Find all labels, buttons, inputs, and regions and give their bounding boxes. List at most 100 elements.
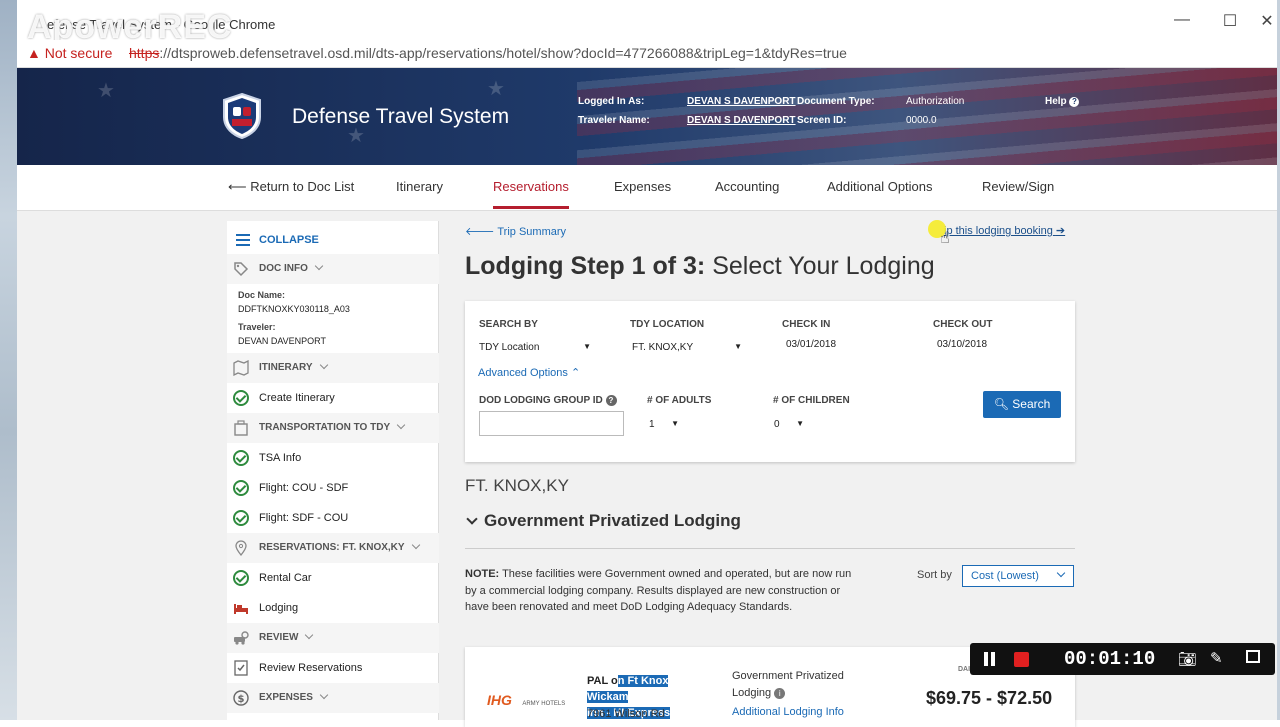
traveler-label: Traveler:: [238, 322, 276, 332]
lodging-type-line1: Government Privatized: [732, 670, 844, 682]
dts-banner: ★ ★ ★ Defense Travel System Logged In As…: [17, 68, 1277, 165]
skip-lodging-booking-link[interactable]: ip this lodging booking ➔: [944, 224, 1065, 237]
advanced-options-label: Advanced Options: [478, 367, 568, 379]
tab-expenses[interactable]: Expenses: [614, 179, 671, 194]
tab-accounting[interactable]: Accounting: [715, 179, 779, 194]
collapse-button[interactable]: COLLAPSE: [227, 224, 439, 254]
section-divider: [465, 548, 1075, 549]
caret-down-icon: ▼: [734, 342, 742, 351]
url-rest: ://dtsproweb.defensetravel.osd.mil/dts-a…: [159, 45, 847, 61]
pause-icon[interactable]: [984, 652, 988, 666]
pen-icon[interactable]: ✎: [1210, 649, 1223, 667]
stop-record-icon[interactable]: [1014, 652, 1029, 667]
sidebar-section-itinerary[interactable]: ITINERARY: [227, 353, 439, 383]
adults-select[interactable]: 1 ▼: [649, 414, 679, 436]
tab-additional-options[interactable]: Additional Options: [827, 179, 933, 194]
url-text[interactable]: https://dtsproweb.defensetravel.osd.mil/…: [129, 45, 847, 61]
review-reservations-label: Review Reservations: [259, 662, 363, 674]
checklist-icon: [233, 660, 249, 676]
check-circle-icon: [233, 510, 249, 526]
doc-name-label: Doc Name:: [238, 290, 286, 300]
lodging-type-line2: Lodging i: [732, 687, 786, 699]
review-label: REVIEW: [259, 630, 314, 643]
chevron-down-icon: [411, 540, 420, 550]
chevron-down-icon: [314, 261, 324, 271]
tdy-location-value: FT. KNOX,KY: [632, 342, 694, 353]
brand-sub-text: ARMY HOTELS: [522, 701, 566, 707]
additional-lodging-info-link[interactable]: Additional Lodging Info: [732, 706, 844, 718]
minimize-button[interactable]: —: [1162, 11, 1202, 29]
lodging-type-text: Lodging: [732, 687, 772, 699]
chevron-down-icon: [466, 513, 478, 525]
lodging-name-part: PAL o: [587, 675, 618, 687]
sidebar-item-flight-sdf-cou[interactable]: Flight: SDF - COU: [227, 503, 439, 533]
help-label: Help: [1045, 96, 1067, 107]
question-circle-icon[interactable]: ?: [605, 395, 617, 406]
lodging-group-id-input[interactable]: [479, 411, 624, 436]
search-by-select[interactable]: TDY Location ▼: [479, 337, 591, 359]
return-label: Return to Doc List: [250, 179, 355, 194]
tab-review-sign[interactable]: Review/Sign: [982, 179, 1054, 194]
address-bar[interactable]: ▲ Not secure https://dtsproweb.defensetr…: [17, 40, 1277, 68]
flight-cou-sdf-label: Flight: COU - SDF: [259, 482, 349, 494]
logged-in-user-link[interactable]: DEVAN S DAVENPORT: [687, 96, 796, 107]
chevron-up-icon: ⌃: [570, 367, 581, 379]
tab-reservations[interactable]: Reservations: [493, 179, 569, 209]
sidebar-section-transportation[interactable]: TRANSPORTATION TO TDY: [227, 413, 439, 443]
tab-itinerary[interactable]: Itinerary: [396, 179, 443, 194]
caret-down-icon: ▼: [671, 419, 679, 428]
map-icon: [233, 359, 249, 377]
reservations-label: RESERVATIONS: FT. KNOX,KY: [259, 540, 420, 553]
screen-id-value: 0000.0: [906, 115, 937, 126]
page-title-rest: Select Your Lodging: [705, 252, 935, 280]
section-government-privatized-lodging[interactable]: Government Privatized Lodging: [465, 511, 741, 531]
note-label: NOTE:: [465, 568, 500, 580]
check-out-input[interactable]: 03/10/2018: [937, 339, 987, 350]
trip-summary-link[interactable]: 🡐 Trip Summary: [465, 224, 566, 238]
not-secure-indicator[interactable]: ▲ Not secure: [27, 45, 112, 61]
check-in-input[interactable]: 03/01/2018: [786, 339, 836, 350]
window-icon[interactable]: [1246, 650, 1260, 663]
sidebar-item-lodging[interactable]: Lodging: [227, 593, 439, 623]
sidebar-section-expenses[interactable]: $ EXPENSES: [227, 683, 439, 713]
app-name: Defense Travel System: [292, 105, 510, 128]
adults-label: # OF ADULTS: [647, 395, 712, 406]
search-button-label: Search: [1012, 397, 1051, 411]
tdy-location-select[interactable]: FT. KNOX,KY ▼: [632, 337, 742, 359]
brand-logo-text: IHG: [487, 692, 512, 708]
star-decoration: ★: [487, 78, 505, 100]
sidebar-section-reservations[interactable]: RESERVATIONS: FT. KNOX,KY: [227, 533, 439, 563]
lodging-note: NOTE: These facilities were Government o…: [465, 566, 865, 616]
sidebar-section-doc-info[interactable]: DOC INFO: [227, 254, 439, 284]
hand-cursor-icon: ☝︎: [940, 230, 950, 247]
sidebar-item-tsa-info[interactable]: TSA Info: [227, 443, 439, 473]
tdy-location-label: TDY LOCATION: [630, 319, 705, 330]
maximize-button[interactable]: ☐: [1210, 11, 1250, 31]
help-link[interactable]: Help ?: [1045, 96, 1080, 107]
sidebar-item-rental-car[interactable]: Rental Car: [227, 563, 439, 593]
sidebar-item-create-itinerary[interactable]: Create Itinerary: [227, 383, 439, 413]
page-title: Lodging Step 1 of 3: Select Your Lodging: [465, 252, 935, 281]
camera-icon[interactable]: 📷︎: [1178, 650, 1197, 668]
traveler-name-link[interactable]: DEVAN S DAVENPORT: [687, 115, 796, 126]
sidebar-item-review-reservations[interactable]: Review Reservations: [227, 653, 439, 683]
info-circle-icon[interactable]: i: [774, 688, 786, 699]
sort-select[interactable]: Cost (Lowest): [962, 565, 1074, 587]
lodging-search-form: SEARCH BY TDY Location ▼ TDY LOCATION FT.…: [465, 301, 1075, 462]
warning-icon: ▲: [27, 45, 45, 61]
question-circle-icon: ?: [1069, 97, 1080, 107]
chevron-down-icon: [305, 630, 314, 640]
search-button[interactable]: 🔍︎ Search: [983, 391, 1061, 418]
children-select[interactable]: 0 ▼: [774, 414, 804, 436]
doc-info-text: DOC INFO: [259, 263, 308, 274]
return-to-doc-list-link[interactable]: ⟵ Return to Doc List: [228, 179, 354, 195]
traveler-value: DEVAN DAVENPORT: [238, 336, 327, 346]
sidebar-section-review[interactable]: REVIEW: [227, 623, 439, 653]
close-button[interactable]: ✕: [1257, 11, 1277, 31]
advanced-options-toggle[interactable]: Advanced Options ⌃: [478, 366, 580, 379]
chevron-down-icon: [319, 690, 329, 700]
location-pin-icon: [233, 540, 249, 557]
trip-summary-label: Trip Summary: [497, 226, 567, 238]
sidebar-item-flight-cou-sdf[interactable]: Flight: COU - SDF: [227, 473, 439, 503]
chevron-down-icon: [396, 420, 406, 430]
